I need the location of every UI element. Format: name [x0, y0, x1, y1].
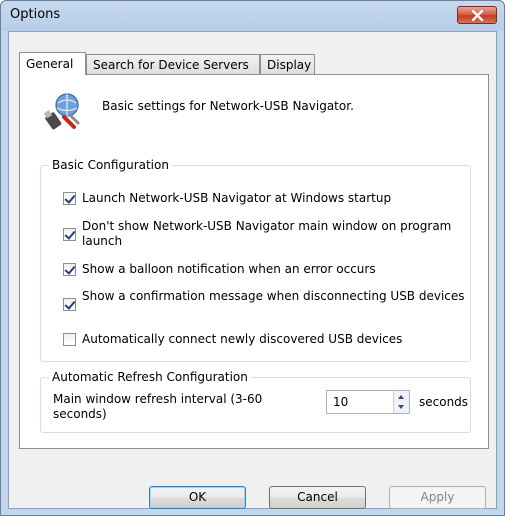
- refresh-interval-label: Main window refresh interval (3-60 secon…: [53, 392, 263, 421]
- ok-button[interactable]: OK: [149, 486, 246, 509]
- panel-description: Basic settings for Network-USB Navigator…: [102, 99, 354, 113]
- tab-display[interactable]: Display: [260, 54, 315, 74]
- refresh-interval-spinner[interactable]: 10: [326, 390, 410, 414]
- balloon-notification-label: Show a balloon notification when an erro…: [82, 262, 376, 276]
- auto-connect-checkbox[interactable]: [63, 333, 76, 346]
- launch-at-startup-checkbox[interactable]: [63, 192, 76, 205]
- auto-connect-label: Automatically connect newly discovered U…: [82, 332, 403, 346]
- disconnect-confirmation-label: Show a confirmation message when disconn…: [82, 289, 465, 303]
- launch-at-startup-label: Launch Network-USB Navigator at Windows …: [82, 191, 392, 205]
- window-title: Options: [10, 7, 61, 22]
- refresh-interval-unit: seconds: [419, 395, 469, 409]
- close-icon: [471, 10, 484, 21]
- option-launch-at-startup[interactable]: Launch Network-USB Navigator at Windows …: [63, 191, 483, 210]
- spinner-down-icon[interactable]: [394, 402, 409, 413]
- option-balloon-notification[interactable]: Show a balloon notification when an erro…: [63, 262, 483, 281]
- disconnect-confirmation-checkbox[interactable]: [63, 298, 76, 311]
- option-auto-connect[interactable]: Automatically connect newly discovered U…: [63, 332, 483, 351]
- tab-search-for-device-servers[interactable]: Search for Device Servers: [86, 54, 260, 74]
- options-dialog: Options General Search for Device Server…: [0, 0, 505, 516]
- option-disconnect-confirmation[interactable]: Show a confirmation message when disconn…: [63, 289, 483, 322]
- general-tab-panel: Basic settings for Network-USB Navigator…: [19, 74, 489, 449]
- dialog-body: General Search for Device Servers Displa…: [8, 31, 497, 509]
- basic-configuration-title: Basic Configuration: [49, 158, 172, 172]
- tab-search-label: Search for Device Servers: [93, 58, 249, 72]
- tab-general[interactable]: General: [19, 52, 86, 75]
- refresh-configuration-title: Automatic Refresh Configuration: [49, 370, 251, 384]
- close-button[interactable]: [457, 6, 497, 24]
- cancel-button[interactable]: Cancel: [269, 486, 366, 509]
- basic-configuration-group: Basic Configuration Launch Network-USB N…: [40, 158, 471, 362]
- refresh-configuration-group: Automatic Refresh Configuration Main win…: [40, 370, 471, 433]
- tab-general-label: General: [26, 57, 74, 71]
- option-hide-main-window[interactable]: Don't show Network-USB Navigator main wi…: [63, 219, 483, 252]
- refresh-interval-value[interactable]: 10: [333, 395, 348, 409]
- hide-main-window-checkbox[interactable]: [63, 228, 76, 241]
- tab-display-label: Display: [267, 58, 312, 72]
- balloon-notification-checkbox[interactable]: [63, 263, 76, 276]
- spinner-buttons: [393, 391, 409, 413]
- title-bar[interactable]: Options: [1, 1, 504, 29]
- network-usb-settings-icon: [44, 93, 80, 130]
- hide-main-window-label: Don't show Network-USB Navigator main wi…: [82, 219, 452, 248]
- apply-button[interactable]: Apply: [389, 486, 486, 509]
